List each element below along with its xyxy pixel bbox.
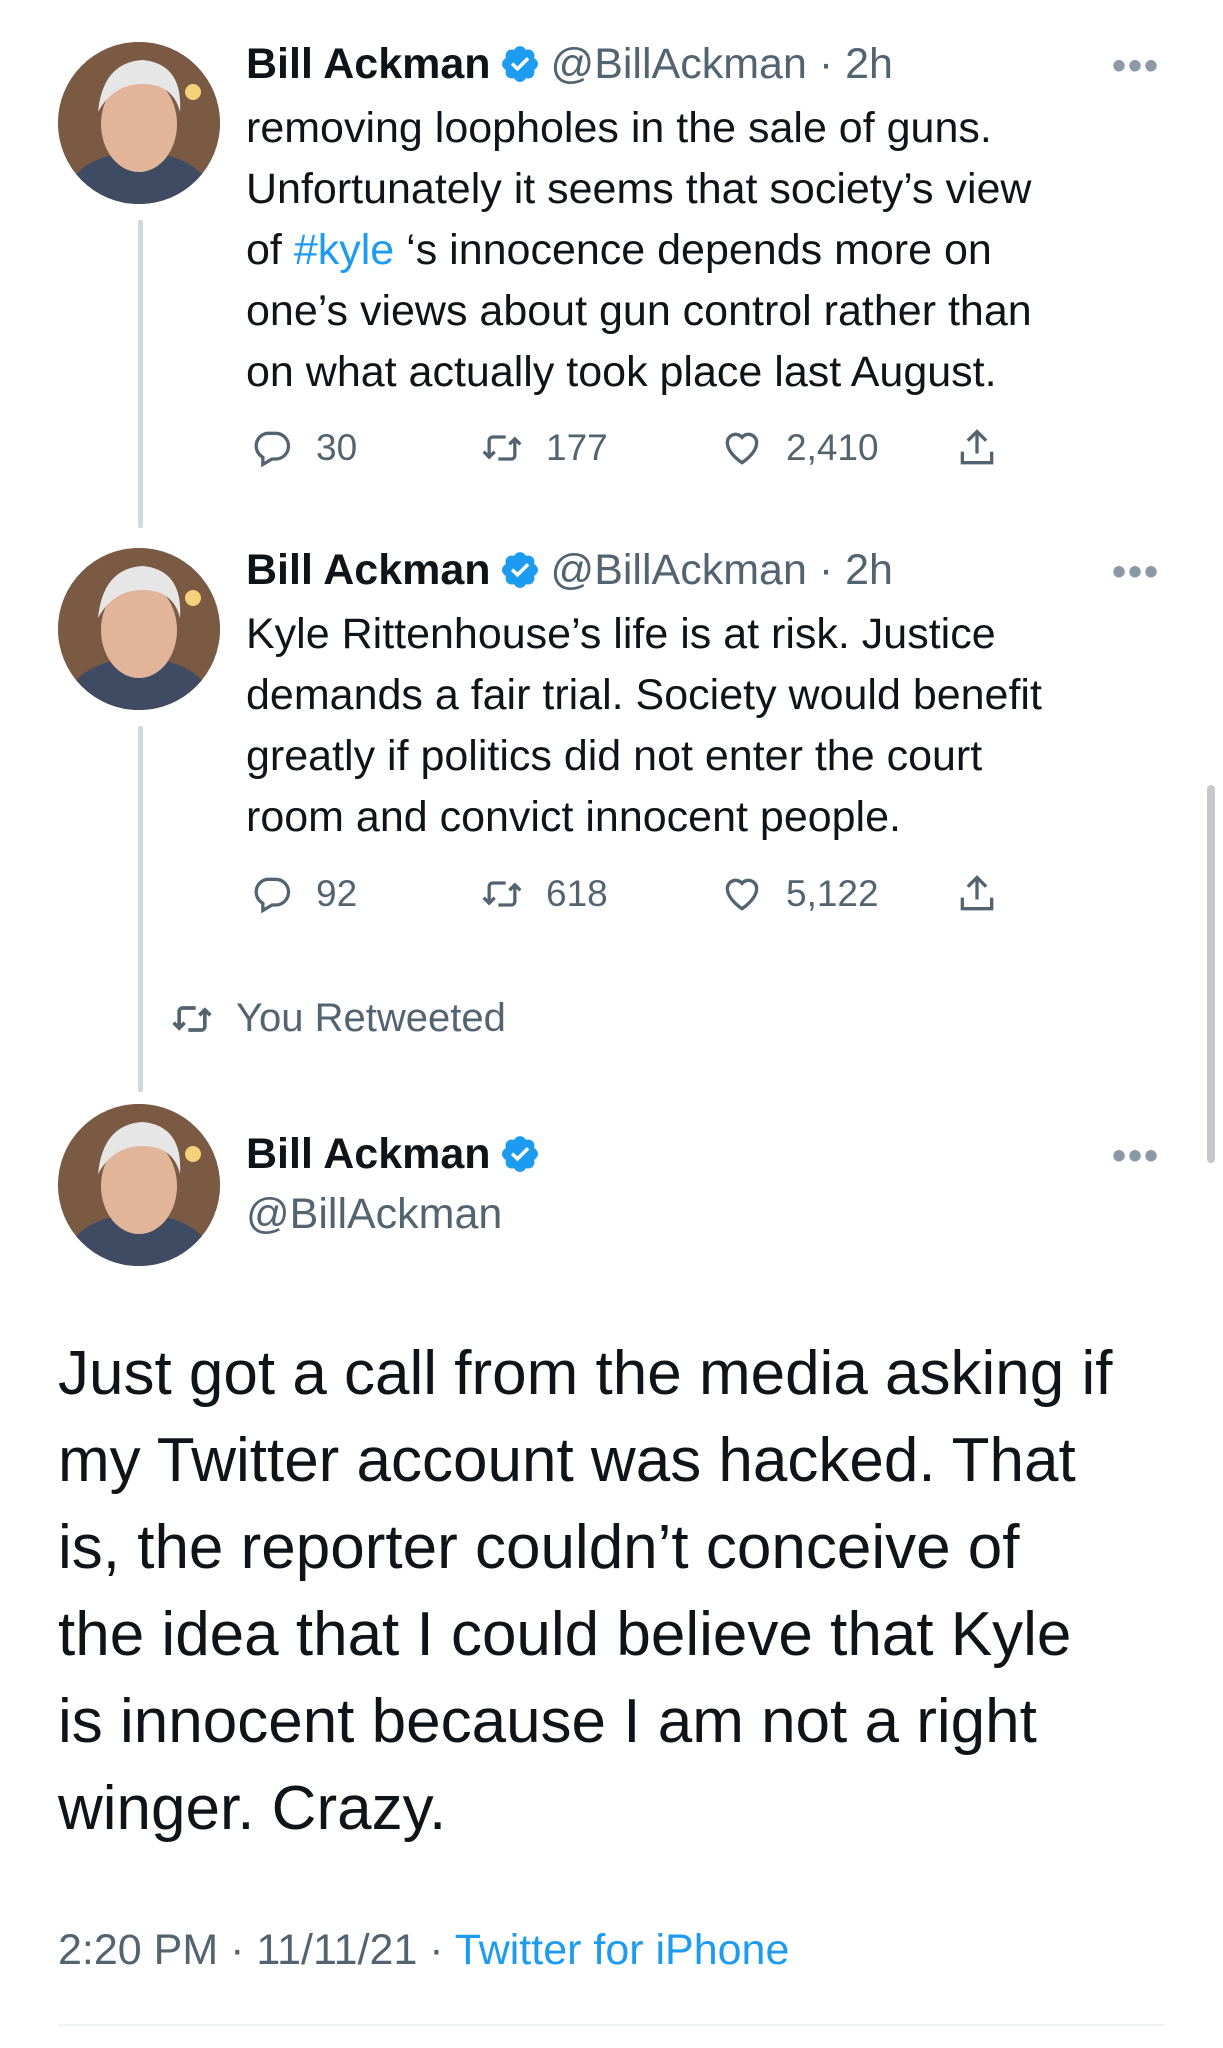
separator-dot: · bbox=[417, 1926, 455, 1974]
retweet-button[interactable]: 618 bbox=[480, 872, 608, 916]
share-icon bbox=[960, 429, 994, 465]
tweet-line: Just got a call from the media asking if bbox=[58, 1339, 1113, 1408]
tweet-header: Bill Ackman @BillAckman · 2h bbox=[246, 38, 893, 90]
tweet-time[interactable]: 2h bbox=[845, 38, 893, 90]
retweet-notice-label: You Retweeted bbox=[236, 996, 506, 1040]
retweet-button[interactable]: 177 bbox=[480, 426, 608, 470]
tweet-time[interactable]: 2:20 PM bbox=[58, 1926, 218, 1974]
avatar[interactable] bbox=[58, 1104, 220, 1266]
tweet-line: greatly if politics did not enter the co… bbox=[246, 732, 983, 780]
tweet-time[interactable]: 2h bbox=[845, 544, 893, 596]
reply-button[interactable]: 92 bbox=[250, 872, 357, 916]
tweet-line: room and convict innocent people. bbox=[246, 793, 901, 841]
tweet-line: demands a fair trial. Society would bene… bbox=[246, 671, 1042, 719]
share-button[interactable] bbox=[955, 872, 1021, 916]
thread-line bbox=[138, 220, 143, 528]
separator-dot: · bbox=[806, 546, 846, 594]
tweet-line: of #kyle ‘s innocence depends more on bbox=[246, 220, 1166, 281]
tweet-date[interactable]: 11/11/21 bbox=[256, 1926, 417, 1974]
avatar-image bbox=[58, 42, 220, 204]
author-handle[interactable]: @BillAckman bbox=[551, 38, 807, 90]
tweet-text: removing loopholes in the sale of guns. … bbox=[246, 98, 1166, 403]
verified-badge-icon bbox=[501, 46, 538, 82]
retweet-count: 177 bbox=[546, 427, 608, 468]
text-segment: ‘s innocence depends more on bbox=[394, 226, 992, 274]
like-icon bbox=[725, 878, 759, 911]
tweet-line: the idea that I could believe that Kyle bbox=[58, 1600, 1072, 1669]
tweet-line: Kyle Rittenhouse’s life is at risk. Just… bbox=[246, 610, 996, 658]
tweet-header: Bill Ackman bbox=[246, 1128, 551, 1180]
tweet-line: Unfortunately it seems that society’s vi… bbox=[246, 165, 1032, 213]
more-icon[interactable]: ••• bbox=[1112, 1134, 1160, 1179]
retweet-icon bbox=[482, 881, 522, 907]
share-icon bbox=[960, 875, 994, 911]
like-icon bbox=[725, 432, 759, 465]
tweet-line: one’s views about gun control rather tha… bbox=[246, 287, 1032, 335]
avatar-image bbox=[58, 1104, 220, 1266]
reply-icon bbox=[254, 877, 291, 914]
retweet-count: 618 bbox=[546, 873, 608, 914]
verified-badge-icon bbox=[501, 552, 538, 588]
main-tweet-text: Just got a call from the media asking if… bbox=[58, 1330, 1198, 1852]
reply-count: 92 bbox=[316, 873, 358, 914]
tweet-header: Bill Ackman @BillAckman · 2h bbox=[246, 544, 893, 596]
verified-badge-icon bbox=[501, 1136, 538, 1172]
reply-icon bbox=[254, 431, 291, 468]
text-segment: of bbox=[246, 226, 294, 274]
author-handle[interactable]: @BillAckman bbox=[246, 1188, 502, 1240]
retweet-icon bbox=[482, 435, 522, 461]
divider bbox=[58, 2024, 1165, 2026]
tweet-line: is, the reporter couldn’t conceive of bbox=[58, 1513, 1020, 1582]
reply-count: 30 bbox=[316, 427, 358, 468]
tweet-line: my Twitter account was hacked. That bbox=[58, 1426, 1076, 1495]
author-name[interactable]: Bill Ackman bbox=[246, 38, 491, 90]
author-name[interactable]: Bill Ackman bbox=[246, 1128, 491, 1180]
separator-dot: · bbox=[218, 1926, 257, 1974]
retweet-icon bbox=[172, 1005, 212, 1032]
source-link[interactable]: Twitter for iPhone bbox=[455, 1926, 790, 1974]
tweet-line: removing loopholes in the sale of guns. bbox=[246, 104, 992, 152]
author-name[interactable]: Bill Ackman bbox=[246, 544, 491, 596]
author-handle[interactable]: @BillAckman bbox=[551, 544, 807, 596]
tweet-line: is innocent because I am not a right bbox=[58, 1687, 1037, 1756]
like-count: 5,122 bbox=[786, 873, 879, 914]
more-icon[interactable]: ••• bbox=[1112, 44, 1160, 89]
like-button[interactable]: 5,122 bbox=[720, 872, 879, 916]
avatar[interactable] bbox=[58, 42, 220, 204]
scrollbar[interactable] bbox=[1207, 785, 1215, 1163]
hashtag-link[interactable]: #kyle bbox=[294, 226, 394, 274]
reply-button[interactable]: 30 bbox=[250, 426, 357, 470]
like-count: 2,410 bbox=[786, 427, 879, 468]
more-icon[interactable]: ••• bbox=[1112, 550, 1160, 595]
thread-line bbox=[138, 726, 143, 1092]
tweet-timestamp-line: 2:20 PM · 11/11/21 · Twitter for iPhone bbox=[58, 1926, 789, 1975]
avatar-image bbox=[58, 548, 220, 710]
like-button[interactable]: 2,410 bbox=[720, 426, 879, 470]
share-button[interactable] bbox=[955, 426, 1021, 470]
separator-dot: · bbox=[806, 40, 846, 88]
tweet-text: Kyle Rittenhouse’s life is at risk. Just… bbox=[246, 604, 1166, 848]
retweet-notice: You Retweeted bbox=[170, 996, 506, 1041]
avatar[interactable] bbox=[58, 548, 220, 710]
tweet-line: winger. Crazy. bbox=[58, 1774, 447, 1843]
tweet-line: on what actually took place last August. bbox=[246, 348, 997, 396]
